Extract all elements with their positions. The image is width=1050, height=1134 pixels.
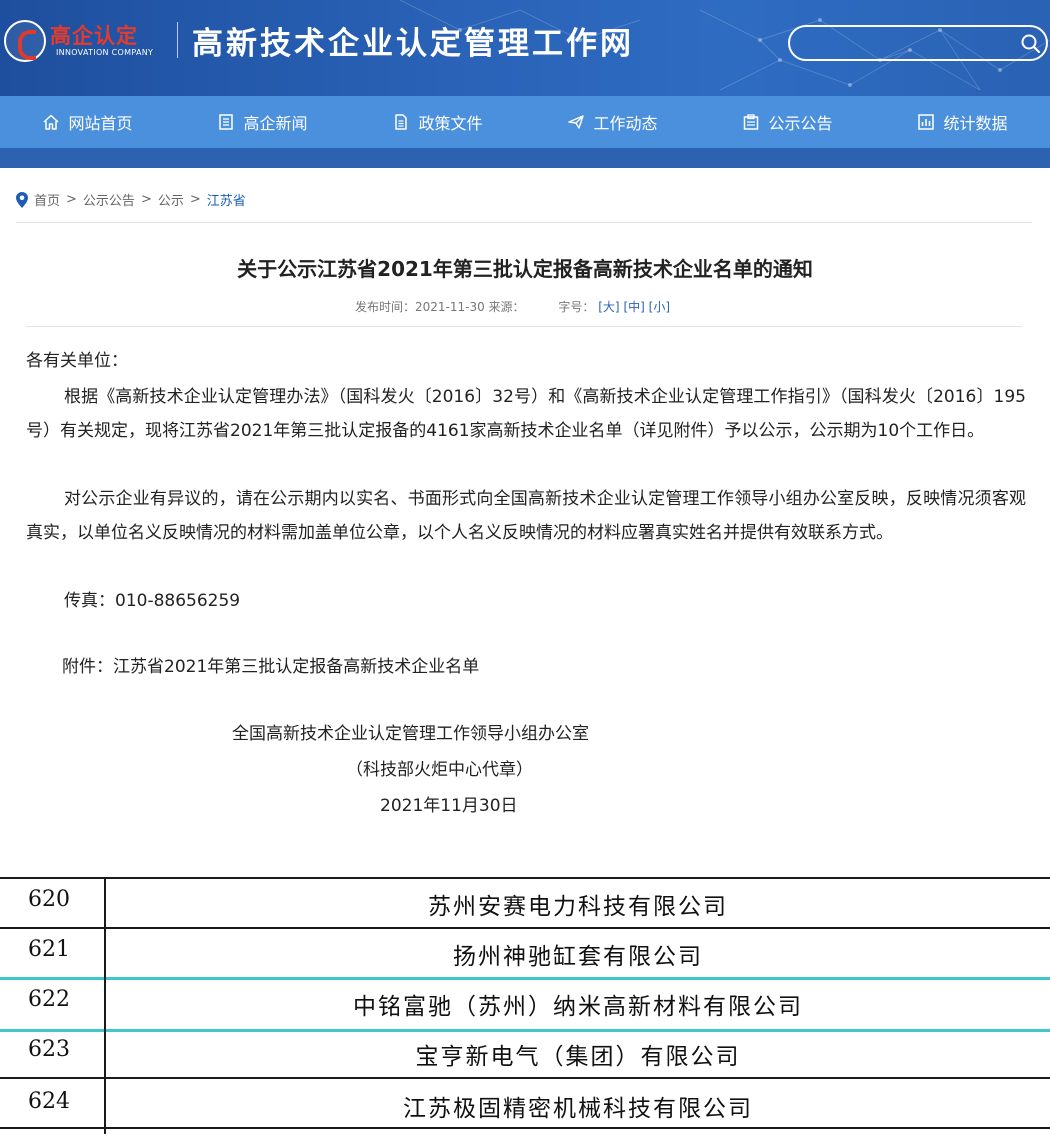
breadcrumb-divider (16, 222, 1032, 223)
meta-divider (26, 326, 1022, 327)
breadcrumb-notice[interactable]: 公示公告 (83, 190, 135, 209)
nav-item-label: 网站首页 (68, 114, 133, 133)
font-size-medium-link[interactable]: [中] (623, 300, 644, 314)
company-name: 江苏极固精密机械科技有限公司 (403, 1096, 753, 1122)
row-number: 620 (28, 887, 70, 912)
news-icon (219, 114, 234, 130)
logo-emblem-icon (4, 20, 46, 62)
publish-info: 发布时间：2021-11-30 来源： (355, 300, 525, 314)
row-number: 623 (28, 1037, 70, 1062)
signature-date: 2021年11月30日 (380, 796, 518, 816)
location-pin-icon (16, 191, 28, 208)
breadcrumb-separator: > (140, 192, 152, 207)
company-name: 宝亨新电气（集团）有限公司 (415, 1044, 741, 1070)
search-input[interactable] (802, 31, 1022, 55)
site-title: 高新技术企业认定管理工作网 (192, 26, 634, 62)
table-rule (0, 1127, 1050, 1129)
breadcrumb-separator: > (66, 192, 77, 207)
nav-item-stats[interactable]: 统计数据 (875, 96, 1050, 148)
document-icon (395, 114, 408, 130)
nav-item-label: 工作动态 (593, 114, 658, 133)
home-icon (43, 114, 59, 130)
company-list-table: 620 苏州安赛电力科技有限公司 621 扬州神驰缸套有限公司 622 中铭富驰… (0, 877, 1050, 1134)
nav-subbar (0, 148, 1050, 168)
nav-item-news[interactable]: 高企新闻 (175, 96, 350, 148)
breadcrumb-home[interactable]: 首页 (34, 190, 60, 209)
logo-divider (177, 22, 178, 58)
site-header: 高企认定 INNOVATION COMPANY 高新技术企业认定管理工作网 (0, 0, 1050, 96)
search-box (788, 25, 1048, 61)
nav-item-notice[interactable]: 公示公告 (700, 96, 875, 148)
paragraph-objection: 对公示企业有异议的，请在公示期内以实名、书面形式向全国高新技术企业认定管理工作领… (26, 489, 1026, 543)
nav-item-label: 高企新闻 (243, 114, 308, 133)
signature-seal: （科技部火炬中心代章） (346, 760, 533, 780)
nav-item-work[interactable]: 工作动态 (525, 96, 700, 148)
main-nav: 网站首页 高企新闻 政策文件 工作动态 公示公告 统计数据 (0, 96, 1050, 148)
breadcrumb: 首页 > 公示公告 > 公示 > 江苏省 (16, 190, 246, 209)
table-rule (0, 877, 1050, 879)
font-size-large-link[interactable]: [大] (598, 300, 619, 314)
salutation: 各有关单位： (26, 351, 128, 371)
font-size-small-link[interactable]: [小] (649, 300, 670, 314)
article-title: 关于公示江苏省2021年第三批认定报备高新技术企业名单的通知 (237, 257, 813, 281)
search-icon[interactable] (1020, 33, 1042, 55)
breadcrumb-separator: > (189, 192, 201, 207)
breadcrumb-jiangsu[interactable]: 江苏省 (207, 190, 246, 209)
table-rule (0, 1077, 1050, 1079)
nav-item-home[interactable]: 网站首页 (0, 96, 175, 148)
company-name: 苏州安赛电力科技有限公司 (428, 894, 728, 920)
chart-icon (918, 114, 935, 130)
row-number: 622 (28, 987, 70, 1012)
logo-text: 高企认定 (50, 24, 138, 48)
company-name: 中铭富驰（苏州）纳米高新材料有限公司 (353, 994, 803, 1020)
site-logo[interactable]: 高企认定 INNOVATION COMPANY (4, 14, 174, 68)
row-highlight-bottom (0, 1029, 1050, 1032)
signature-organization: 全国高新技术企业认定管理工作领导小组办公室 (232, 724, 589, 744)
row-number: 621 (28, 937, 70, 962)
row-highlight-top (0, 977, 1050, 980)
nav-item-policy[interactable]: 政策文件 (350, 96, 525, 148)
article-meta: 发布时间：2021-11-30 来源： 字号： [大] [中] [小] (355, 298, 670, 315)
fax-line: 传真：010-88656259 (64, 591, 241, 611)
clipboard-icon (744, 114, 759, 130)
nav-item-label: 政策文件 (418, 114, 483, 133)
send-icon (568, 115, 585, 129)
attachment-line: 附件：江苏省2021年第三批认定报备高新技术企业名单 (62, 657, 480, 677)
table-rule (0, 927, 1050, 929)
logo-subtitle: INNOVATION COMPANY (56, 48, 154, 57)
row-number: 624 (28, 1089, 70, 1114)
nav-item-label: 公示公告 (768, 114, 833, 133)
nav-item-label: 统计数据 (943, 114, 1008, 133)
font-size-label: 字号： (558, 300, 595, 314)
breadcrumb-publicity[interactable]: 公示 (158, 190, 184, 209)
paragraph-regulation: 根据《高新技术企业认定管理办法》（国科发火〔2016〕32号）和《高新技术企业认… (26, 387, 1026, 441)
company-name: 扬州神驰缸套有限公司 (453, 944, 703, 970)
